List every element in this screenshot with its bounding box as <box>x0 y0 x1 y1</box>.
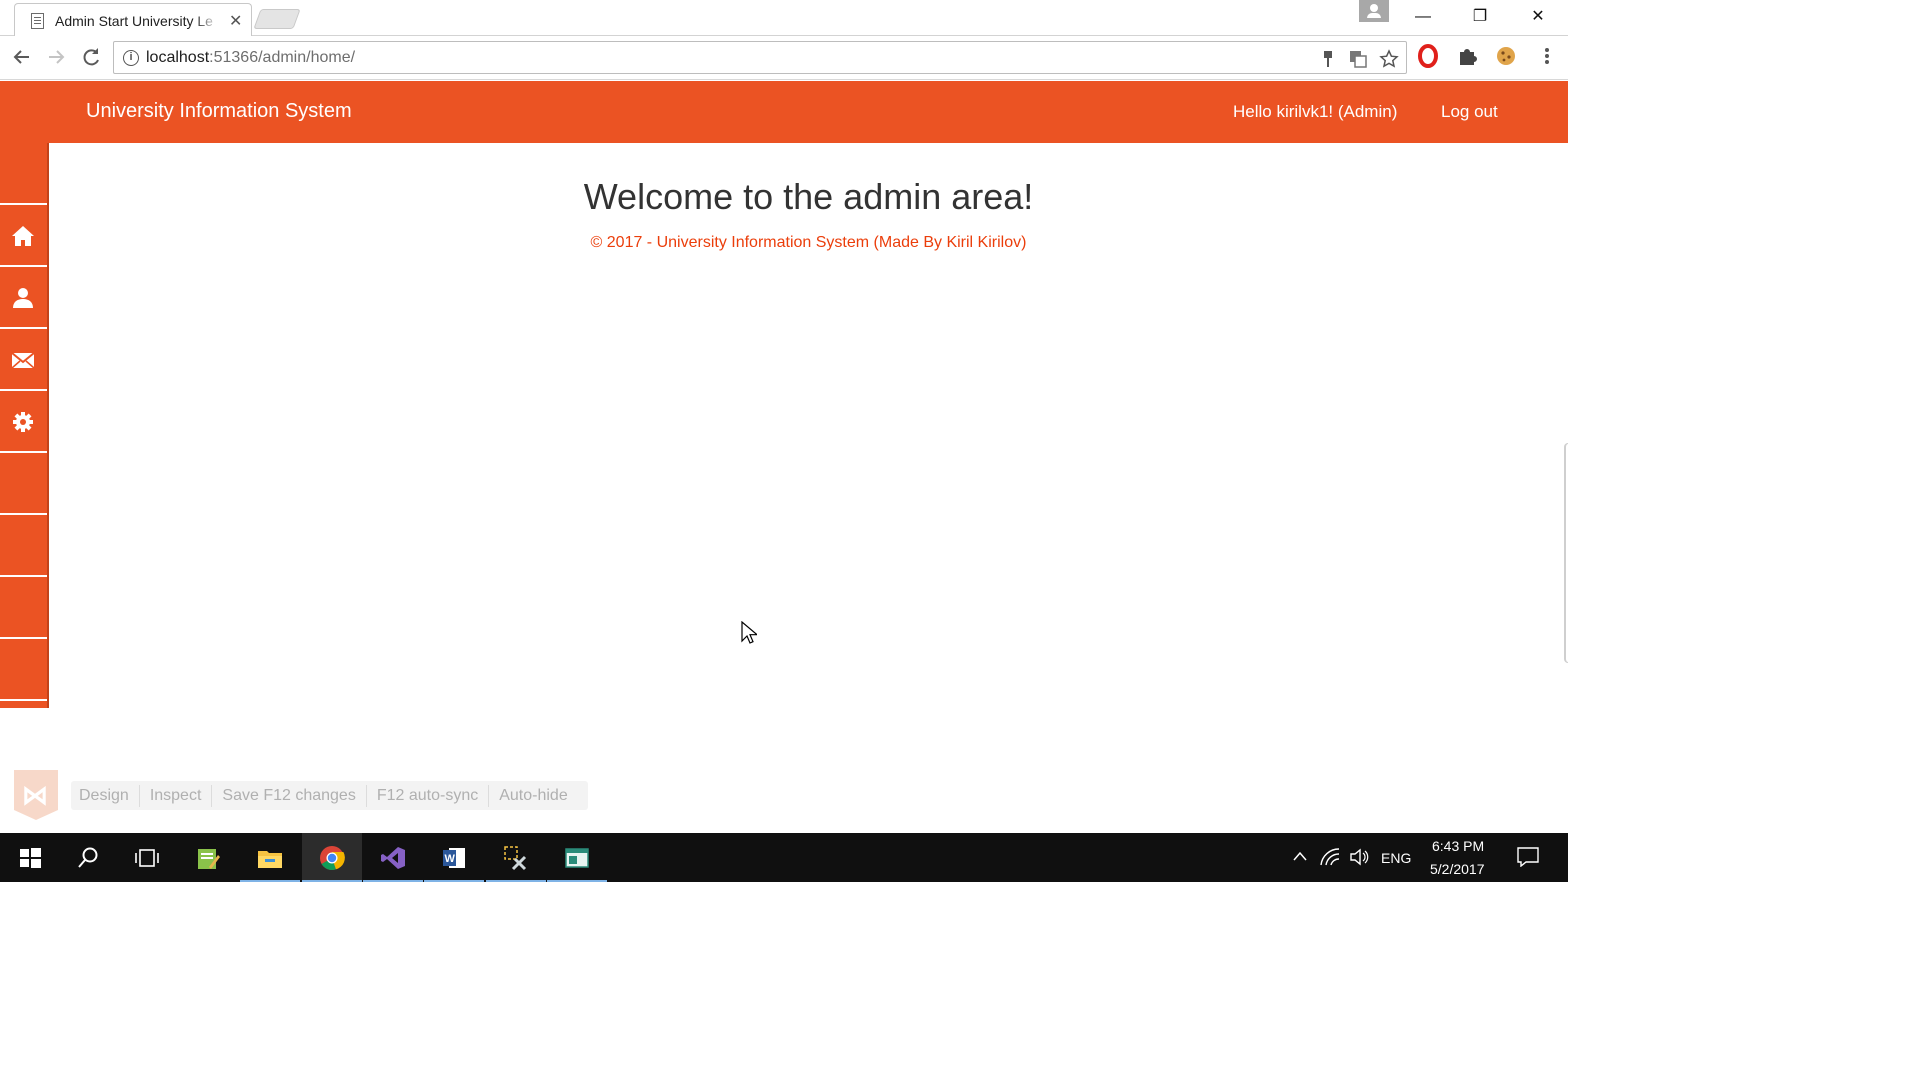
svg-text:W: W <box>445 853 456 865</box>
close-window-button[interactable]: ✕ <box>1515 4 1561 30</box>
browser-link-toolbar: Design Inspect Save F12 changes F12 auto… <box>71 781 588 810</box>
translate-icon[interactable] <box>1348 49 1368 69</box>
f12-auto-sync-button[interactable]: F12 auto-sync <box>367 784 490 807</box>
user-icon <box>13 288 33 308</box>
envelope-icon <box>11 352 35 369</box>
menu-dots-icon[interactable] <box>1535 44 1559 68</box>
chrome-icon <box>320 846 345 870</box>
start-button[interactable] <box>0 833 60 882</box>
windows-taskbar: W ENG 6:43 PM 5/2/2017 <box>0 833 1568 882</box>
design-button[interactable]: Design <box>71 784 140 807</box>
restore-button[interactable]: ❐ <box>1457 4 1503 30</box>
sidebar-item-settings[interactable] <box>0 391 47 453</box>
profile-avatar-icon[interactable] <box>1359 0 1389 22</box>
clock-time[interactable]: 6:43 PM <box>1432 838 1484 854</box>
user-greeting-link[interactable]: Hello kirilvk1! (Admin) <box>1233 102 1397 122</box>
copyright-footer: © 2017 - University Information System (… <box>590 234 1027 251</box>
auto-hide-button[interactable]: Auto-hide <box>489 785 578 807</box>
puzzle-icon[interactable] <box>1455 44 1479 68</box>
key-icon[interactable] <box>1318 49 1338 69</box>
star-icon[interactable] <box>1379 49 1399 69</box>
url-host: localhost <box>146 49 210 66</box>
start-icon <box>20 848 41 868</box>
back-arrow-icon[interactable] <box>9 44 35 70</box>
task-view-icon <box>135 849 159 867</box>
tools-icon <box>504 846 527 871</box>
clock-date[interactable]: 5/2/2017 <box>1430 861 1485 877</box>
browser-tab-strip: Admin Start University Le ✕ — ❐ ✕ <box>0 0 1568 36</box>
admin-sidebar <box>0 143 49 708</box>
home-icon <box>12 226 34 246</box>
forward-arrow-icon[interactable] <box>43 44 69 70</box>
sidebar-item-blank-5[interactable] <box>0 639 47 701</box>
tab-close-icon[interactable]: ✕ <box>229 11 242 31</box>
scrollbar-edge[interactable] <box>1564 443 1568 663</box>
logout-link[interactable]: Log out <box>1441 102 1498 122</box>
inspect-button[interactable]: Inspect <box>140 784 213 807</box>
sidebar-item-blank-1[interactable] <box>0 143 47 205</box>
minimize-button[interactable]: — <box>1400 4 1446 30</box>
tab-title: Admin Start University Le <box>55 13 213 29</box>
taskbar-notepad[interactable] <box>178 833 238 882</box>
taskbar-file-explorer[interactable] <box>240 833 300 882</box>
taskbar-tools[interactable] <box>486 833 546 882</box>
url-text: localhost:51366/admin/home/ <box>146 49 355 67</box>
sidebar-item-blank-3[interactable] <box>0 515 47 577</box>
site-info-icon[interactable]: i <box>123 50 139 66</box>
opera-icon[interactable] <box>1416 44 1440 68</box>
page-title: Welcome to the admin area! <box>583 176 1034 217</box>
address-bar[interactable]: i localhost:51366/admin/home/ <box>113 41 1407 74</box>
search-icon <box>78 847 98 868</box>
cookie-icon[interactable] <box>1494 44 1518 68</box>
taskbar-chrome[interactable] <box>302 833 362 882</box>
site-navbar: University Information System Hello kiri… <box>0 81 1568 143</box>
task-view-button[interactable] <box>117 833 177 882</box>
volume-icon[interactable] <box>1349 848 1369 866</box>
visual-studio-icon <box>381 847 405 869</box>
reload-icon[interactable] <box>78 44 104 70</box>
notifications-icon[interactable] <box>1517 847 1539 867</box>
taskbar-window-app[interactable] <box>547 833 607 882</box>
running-indicator <box>363 880 423 882</box>
window-app-icon <box>565 848 589 868</box>
save-f12-changes-button[interactable]: Save F12 changes <box>212 784 367 807</box>
sidebar-item-users[interactable] <box>0 267 47 329</box>
browser-tab-active[interactable]: Admin Start University Le ✕ <box>14 3 252 36</box>
url-path: :51366/admin/home/ <box>209 49 356 66</box>
browser-toolbar: i localhost:51366/admin/home/ <box>0 36 1568 80</box>
gear-icon <box>13 412 33 432</box>
taskbar-visual-studio[interactable] <box>363 833 423 882</box>
running-indicator <box>547 880 607 882</box>
new-tab-button[interactable] <box>253 9 301 29</box>
wifi-icon[interactable] <box>1320 848 1340 866</box>
running-indicator <box>424 880 484 882</box>
running-indicator <box>240 880 300 882</box>
running-indicator <box>302 880 362 882</box>
sidebar-item-home[interactable] <box>0 205 47 267</box>
language-indicator[interactable]: ENG <box>1381 850 1411 866</box>
search-button[interactable] <box>58 833 118 882</box>
site-brand-link[interactable]: University Information System <box>86 100 352 123</box>
taskbar-word[interactable]: W <box>424 833 484 882</box>
chevron-up-icon[interactable] <box>1292 850 1308 862</box>
mouse-cursor-icon <box>741 621 757 644</box>
visual-studio-logo-icon[interactable]: ⋈ <box>14 770 58 820</box>
sidebar-item-blank-2[interactable] <box>0 453 47 515</box>
running-indicator <box>486 880 546 882</box>
sidebar-item-messages[interactable] <box>0 329 47 391</box>
word-icon: W <box>443 848 465 868</box>
page-favicon-icon <box>31 13 44 29</box>
file-explorer-icon <box>258 851 282 868</box>
notepad-icon <box>198 849 220 869</box>
sidebar-item-blank-4[interactable] <box>0 577 47 639</box>
